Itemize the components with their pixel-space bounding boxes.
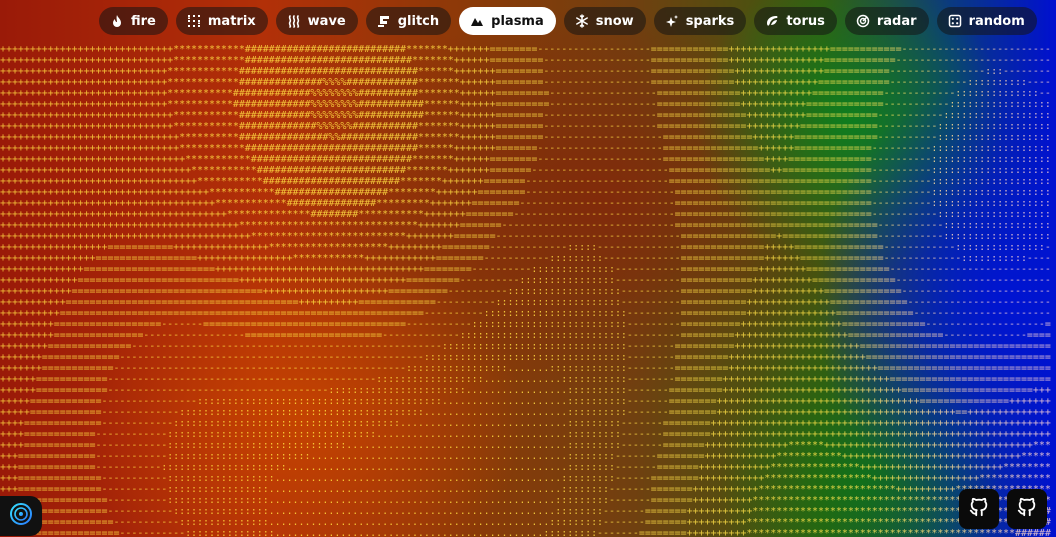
mountain-icon: [470, 14, 484, 28]
app-stage: +++++++++++++++++++++++++++++***********…: [0, 0, 1056, 537]
grid-icon: [187, 14, 201, 28]
tab-random[interactable]: random: [936, 7, 1037, 35]
tab-glitch[interactable]: glitch: [365, 7, 452, 35]
tab-label: torus: [786, 13, 825, 29]
tab-label: plasma: [491, 13, 544, 29]
logo-icon: [9, 502, 33, 531]
tab-sparks[interactable]: sparks: [653, 7, 747, 35]
tab-radar[interactable]: radar: [844, 7, 929, 35]
sparkle-icon: [665, 14, 679, 28]
torus-icon: [765, 14, 779, 28]
tab-fire[interactable]: fire: [99, 7, 168, 35]
github-icon: [968, 496, 990, 523]
wave-icon: [287, 14, 301, 28]
tab-wave[interactable]: wave: [275, 7, 358, 35]
tab-label: glitch: [397, 13, 440, 29]
tab-matrix[interactable]: matrix: [175, 7, 268, 35]
tab-label: radar: [876, 13, 917, 29]
radar-icon: [856, 14, 870, 28]
tab-plasma[interactable]: plasma: [459, 7, 556, 35]
snowflake-icon: [575, 14, 589, 28]
glitch-icon: [377, 14, 391, 28]
github-button[interactable]: [1007, 489, 1047, 529]
github-button[interactable]: [959, 489, 999, 529]
tab-label: sparks: [685, 13, 735, 29]
tab-label: fire: [131, 13, 156, 29]
tab-torus[interactable]: torus: [754, 7, 837, 35]
app-logo-button[interactable]: [0, 496, 42, 536]
tab-label: wave: [307, 13, 346, 29]
tab-label: random: [968, 13, 1025, 29]
ascii-plasma-canvas[interactable]: +++++++++++++++++++++++++++++***********…: [0, 44, 1056, 537]
tab-label: matrix: [207, 13, 256, 29]
tab-snow[interactable]: snow: [563, 7, 646, 35]
effect-toolbar: fire matrix wave glitch plasma snow spar…: [99, 7, 1037, 35]
fire-icon: [110, 14, 124, 28]
github-icon: [1016, 496, 1038, 523]
dice-icon: [948, 14, 962, 28]
tab-label: snow: [595, 13, 634, 29]
